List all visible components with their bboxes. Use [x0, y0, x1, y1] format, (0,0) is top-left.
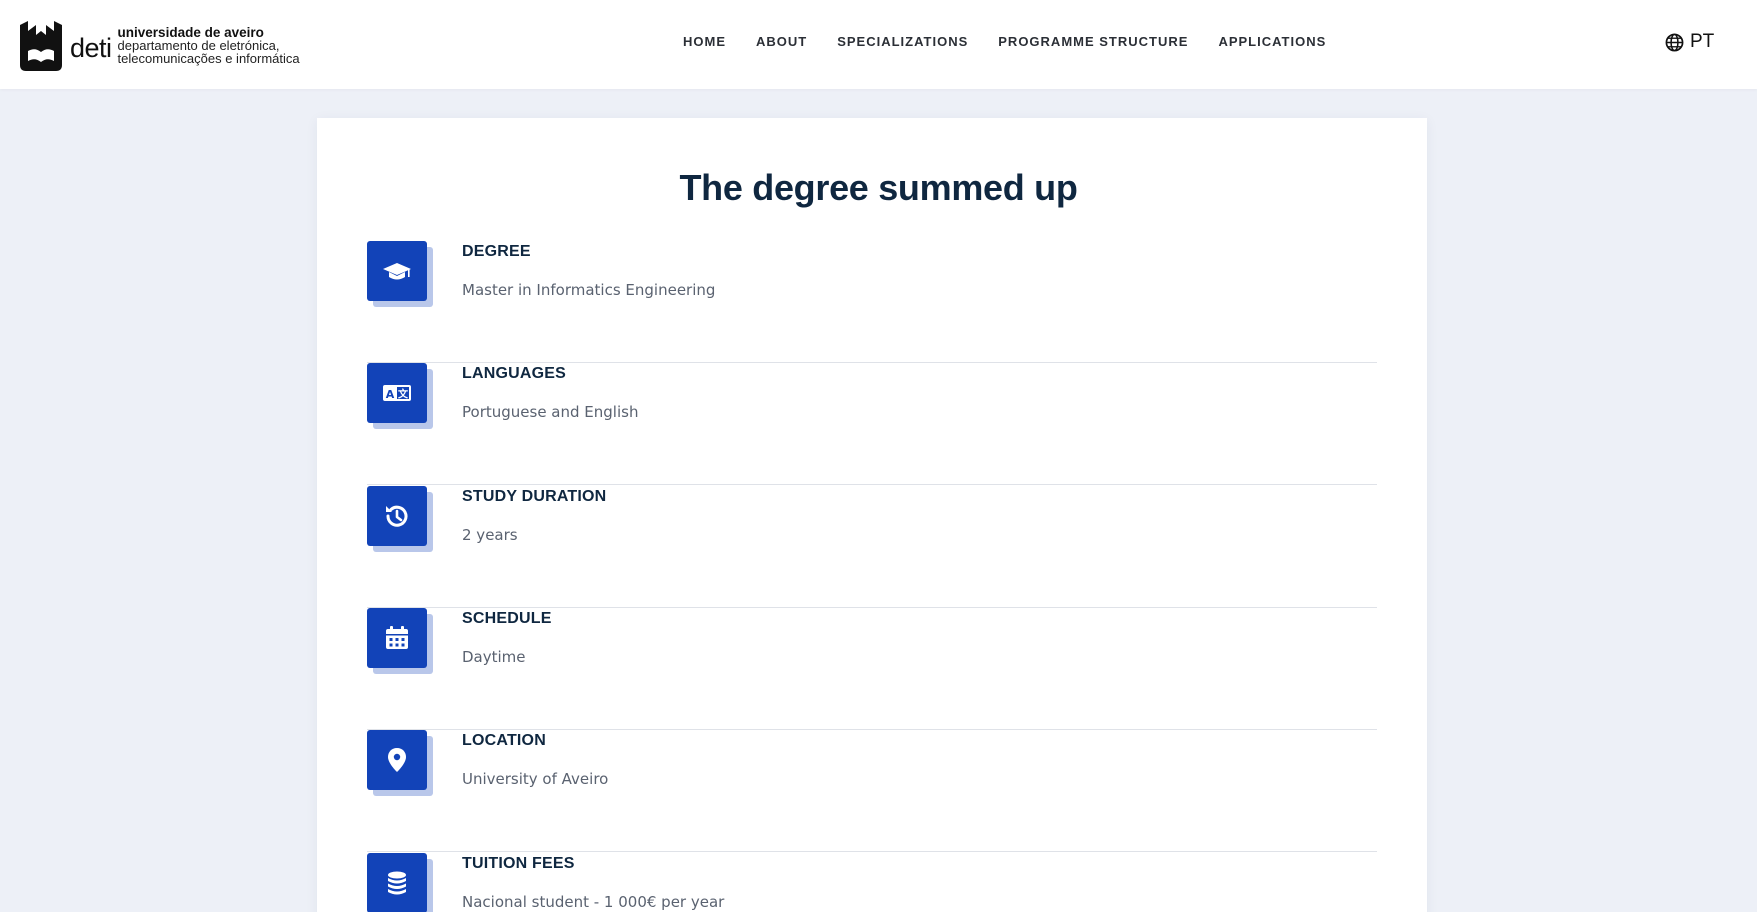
svg-text:文: 文: [398, 388, 409, 401]
row-label: SCHEDULE: [462, 610, 552, 627]
site-header: deti universidade de aveiro departamento…: [0, 0, 1757, 89]
summary-row-schedule: SCHEDULE Daytime: [367, 608, 1377, 730]
main-nav: HOME ABOUT SPECIALIZATIONS PROGRAMME STR…: [683, 34, 1326, 50]
row-value: 2 years: [462, 526, 518, 544]
nav-home[interactable]: HOME: [683, 34, 726, 50]
row-value: Portuguese and English: [462, 403, 639, 421]
summary-row-study-duration: STUDY DURATION 2 years: [367, 486, 1377, 608]
language-switch[interactable]: PT: [1665, 31, 1714, 53]
nav-applications[interactable]: APPLICATIONS: [1218, 34, 1326, 50]
nav-programme-structure[interactable]: PROGRAMME STRUCTURE: [998, 34, 1188, 50]
brand-department-line2: telecomunicações e informática: [117, 50, 300, 66]
map-pin-icon: [367, 730, 427, 790]
summary-row-languages: A 文 LANGUAGES Portuguese and English: [367, 363, 1377, 485]
coins-icon: [367, 853, 427, 912]
row-label: STUDY DURATION: [462, 488, 607, 505]
row-value: Nacional student - 1 000€ per year: [462, 893, 725, 911]
summary-row-tuition-fees: TUITION FEES Nacional student - 1 000€ p…: [367, 853, 1377, 912]
university-crest-icon: [20, 21, 62, 71]
brand-department-line1: departamento de eletrónica,: [117, 37, 280, 53]
language-icon: A 文: [367, 363, 427, 423]
row-label: TUITION FEES: [462, 855, 575, 872]
summary-row-degree: DEGREE Master in Informatics Engineering: [367, 241, 1377, 363]
nav-specializations[interactable]: SPECIALIZATIONS: [837, 34, 968, 50]
row-label: DEGREE: [462, 243, 531, 260]
brand-university: universidade de aveiro: [117, 24, 264, 40]
history-icon: [367, 486, 427, 546]
row-label: LANGUAGES: [462, 365, 567, 382]
brand-text: universidade de aveiro departamento de e…: [117, 24, 300, 66]
language-label: PT: [1690, 31, 1715, 52]
row-label: LOCATION: [462, 732, 546, 749]
row-value: University of Aveiro: [462, 770, 609, 788]
page-title: The degree summed up: [679, 167, 1078, 208]
graduation-cap-icon: [367, 241, 427, 301]
row-value: Daytime: [462, 648, 526, 666]
svg-text:A: A: [386, 388, 395, 401]
brand-logo-link[interactable]: deti universidade de aveiro departamento…: [18, 20, 300, 72]
globe-icon: [1665, 33, 1684, 51]
summary-row-location: LOCATION University of Aveiro: [367, 730, 1377, 852]
brand-deti: deti: [70, 32, 112, 63]
calendar-icon: [367, 608, 427, 668]
row-value: Master in Informatics Engineering: [462, 281, 716, 299]
nav-about[interactable]: ABOUT: [756, 34, 807, 50]
